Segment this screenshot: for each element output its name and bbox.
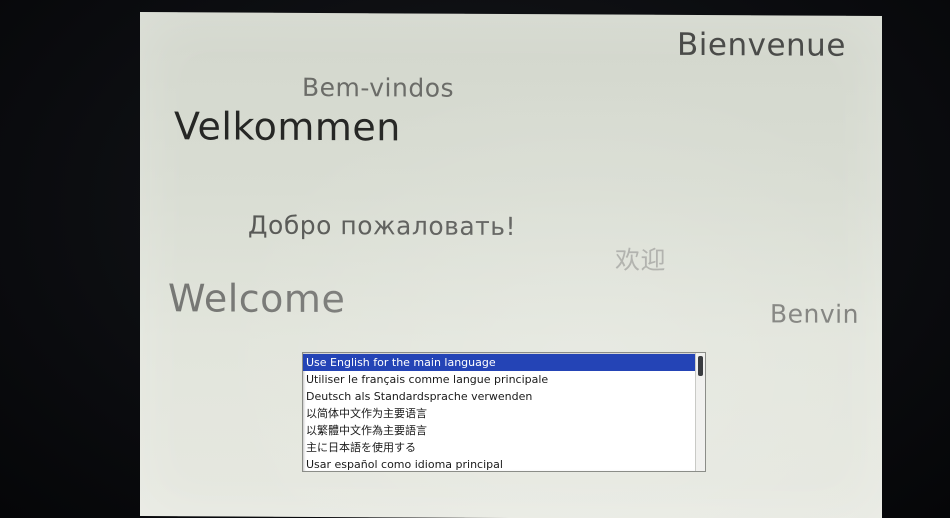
language-option-simplified-chinese[interactable]: 以简体中文作为主要语言 <box>303 405 695 422</box>
language-option-traditional-chinese[interactable]: 以繁體中文作為主要語言 <box>303 422 695 439</box>
language-option-french[interactable]: Utiliser le français comme langue princi… <box>303 371 695 388</box>
greeting-bienvenue: Bienvenue <box>677 26 846 64</box>
greeting-welcome: Welcome <box>168 276 346 322</box>
greeting-bem-vindos: Bem-vindos <box>302 72 455 103</box>
language-list-items: Use English for the main language Utilis… <box>303 354 695 471</box>
photo-frame: Bienvenue Bem-vindos Velkommen Добро пож… <box>0 0 950 518</box>
greeting-dobro-pozhalovat: Добро пожаловать! <box>248 210 516 242</box>
greeting-velkommen: Velkommen <box>174 104 401 150</box>
language-option-english[interactable]: Use English for the main language <box>303 354 695 371</box>
language-selection-list[interactable]: Use English for the main language Utilis… <box>302 352 706 472</box>
language-option-spanish[interactable]: Usar español como idioma principal <box>303 456 695 471</box>
language-list-scrollbar[interactable] <box>695 353 705 471</box>
greeting-benvenuto: Benvin <box>770 299 859 329</box>
language-option-japanese[interactable]: 主に日本語を使用する <box>303 439 695 456</box>
greeting-huanying: 欢迎 <box>615 245 667 275</box>
scrollbar-thumb[interactable] <box>698 356 703 376</box>
language-option-german[interactable]: Deutsch als Standardsprache verwenden <box>303 388 695 405</box>
